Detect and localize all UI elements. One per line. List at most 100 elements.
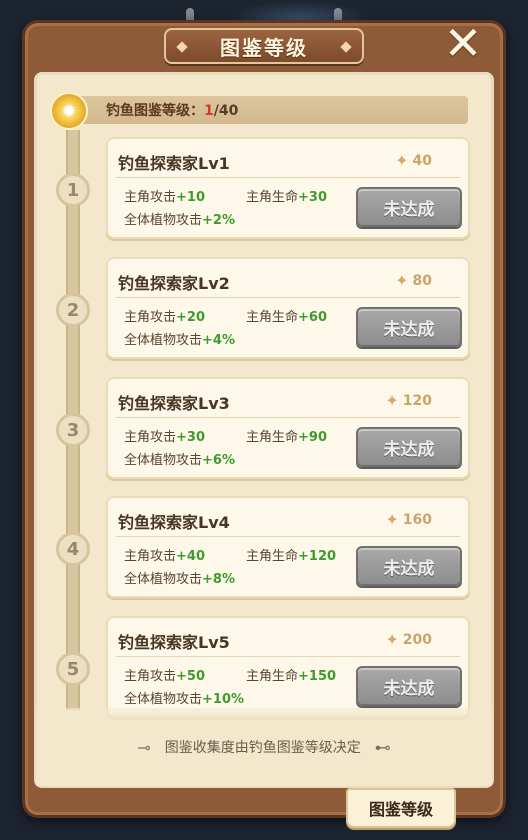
level-label: 钓鱼图鉴等级：1/40 [106, 100, 238, 120]
attack-bonus: 主角攻击+30 [124, 426, 205, 445]
level-label-text: 钓鱼图鉴等级： [106, 103, 204, 119]
attack-value: +20 [176, 310, 205, 325]
level-current: 1 [204, 103, 214, 119]
attack-label: 主角攻击 [124, 669, 177, 684]
claim-button[interactable]: 未达成 [356, 666, 462, 706]
hp-value: +60 [298, 310, 327, 325]
claim-button[interactable]: 未达成 [356, 307, 462, 347]
level-requirement: ✦ 120 [385, 391, 432, 410]
star-badge-icon: ✦ [385, 630, 399, 649]
attack-bonus: 主角攻击+10 [124, 186, 205, 205]
level-node-4: 4 [56, 532, 90, 566]
plant-value: +2% [202, 213, 235, 228]
attack-value: +10 [176, 190, 205, 205]
level-requirement: ✦ 160 [385, 510, 432, 529]
attack-label: 主角攻击 [124, 310, 177, 325]
claim-button[interactable]: 未达成 [356, 187, 462, 227]
hp-label: 主角生命 [246, 430, 299, 445]
hp-label: 主角生命 [246, 190, 299, 205]
level-node-3: 3 [56, 413, 90, 447]
plant-value: +6% [202, 453, 235, 468]
requirement-value: 160 [402, 511, 432, 528]
level-name: 钓鱼探索家Lv1 [118, 154, 230, 173]
hp-value: +120 [298, 549, 337, 564]
plant-value: +4% [202, 333, 235, 348]
hp-bonus: 主角生命+60 [246, 306, 327, 325]
hp-bonus: 主角生命+150 [246, 665, 336, 684]
level-card-4: 钓鱼探索家Lv4 ✦ 160 主角攻击+40 主角生命+120 全体植物攻击+8%… [106, 496, 470, 598]
claim-button[interactable]: 未达成 [356, 546, 462, 586]
star-badge-icon: ✦ [395, 151, 409, 170]
attack-label: 主角攻击 [124, 190, 177, 205]
star-badge-icon: ✦ [385, 510, 399, 529]
star-badge-icon: ✦ [395, 271, 409, 290]
plant-value: +10% [202, 692, 245, 707]
level-name: 钓鱼探索家Lv2 [118, 274, 230, 293]
attack-bonus: 主角攻击+20 [124, 306, 205, 325]
plant-label: 全体植物攻击 [124, 333, 203, 348]
card-divider [116, 656, 460, 657]
hp-value: +90 [298, 430, 327, 445]
plant-attack-bonus: 全体植物攻击+8% [124, 568, 235, 587]
plant-attack-bonus: 全体植物攻击+6% [124, 449, 235, 468]
card-divider [116, 417, 460, 418]
hp-value: +30 [298, 190, 327, 205]
footer-note: 图鉴收集度由钓鱼图鉴等级决定 [164, 740, 361, 756]
hp-label: 主角生命 [246, 549, 299, 564]
plant-attack-bonus: 全体植物攻击+2% [124, 209, 235, 228]
plant-attack-bonus: 全体植物攻击+10% [124, 688, 244, 707]
footer-note-area: ⊸ 图鉴收集度由钓鱼图鉴等级决定 ⊷ [36, 708, 492, 786]
level-requirement: ✦ 200 [385, 630, 432, 649]
title-plate: 图鉴等级 [164, 28, 364, 64]
claim-button[interactable]: 未达成 [356, 427, 462, 467]
close-button[interactable]: ✕ [440, 20, 486, 66]
hp-bonus: 主角生命+90 [246, 426, 327, 445]
hp-label: 主角生命 [246, 669, 299, 684]
level-node-1: 1 [56, 173, 90, 207]
hp-value: +150 [298, 669, 337, 684]
requirement-value: 200 [402, 631, 432, 648]
hp-bonus: 主角生命+120 [246, 545, 336, 564]
medal-icon: ✹ [50, 92, 88, 130]
level-card-3: 钓鱼探索家Lv3 ✦ 120 主角攻击+30 主角生命+90 全体植物攻击+6% … [106, 377, 470, 479]
attack-value: +40 [176, 549, 205, 564]
modal-title: 图鉴等级 [220, 35, 308, 60]
star-badge-icon: ✦ [385, 391, 399, 410]
level-name: 钓鱼探索家Lv3 [118, 394, 230, 413]
level-card-1: 钓鱼探索家Lv1 ✦ 40 主角攻击+10 主角生命+30 全体植物攻击+2% 未… [106, 137, 470, 239]
requirement-value: 40 [412, 152, 432, 169]
level-name: 钓鱼探索家Lv5 [118, 633, 230, 652]
level-max: 40 [218, 103, 239, 119]
attack-bonus: 主角攻击+40 [124, 545, 205, 564]
level-node-2: 2 [56, 293, 90, 327]
attack-label: 主角攻击 [124, 430, 177, 445]
level-requirement: ✦ 80 [395, 271, 432, 290]
bone-icon: ⊷ [374, 737, 391, 757]
requirement-value: 120 [402, 392, 432, 409]
level-card-2: 钓鱼探索家Lv2 ✦ 80 主角攻击+20 主角生命+60 全体植物攻击+4% 未… [106, 257, 470, 359]
plant-value: +8% [202, 572, 235, 587]
level-node-5: 5 [56, 652, 90, 686]
level-name: 钓鱼探索家Lv4 [118, 513, 230, 532]
attack-bonus: 主角攻击+50 [124, 665, 205, 684]
close-icon: ✕ [443, 16, 483, 70]
card-divider [116, 297, 460, 298]
tab-collection-level[interactable]: 图鉴等级 [346, 788, 456, 828]
diamond-ornament-icon [340, 41, 352, 53]
plant-label: 全体植物攻击 [124, 213, 203, 228]
plant-attack-bonus: 全体植物攻击+4% [124, 329, 235, 348]
attack-value: +50 [176, 669, 205, 684]
plant-label: 全体植物攻击 [124, 453, 203, 468]
attack-value: +30 [176, 430, 205, 445]
plant-label: 全体植物攻击 [124, 692, 203, 707]
bone-icon: ⊸ [137, 737, 151, 757]
plant-label: 全体植物攻击 [124, 572, 203, 587]
diamond-ornament-icon [176, 41, 188, 53]
hp-label: 主角生命 [246, 310, 299, 325]
level-requirement: ✦ 40 [395, 151, 432, 170]
hp-bonus: 主角生命+30 [246, 186, 327, 205]
level-card-5: 钓鱼探索家Lv5 ✦ 200 主角攻击+50 主角生命+150 全体植物攻击+10… [106, 616, 470, 718]
requirement-value: 80 [412, 272, 432, 289]
card-divider [116, 177, 460, 178]
attack-label: 主角攻击 [124, 549, 177, 564]
